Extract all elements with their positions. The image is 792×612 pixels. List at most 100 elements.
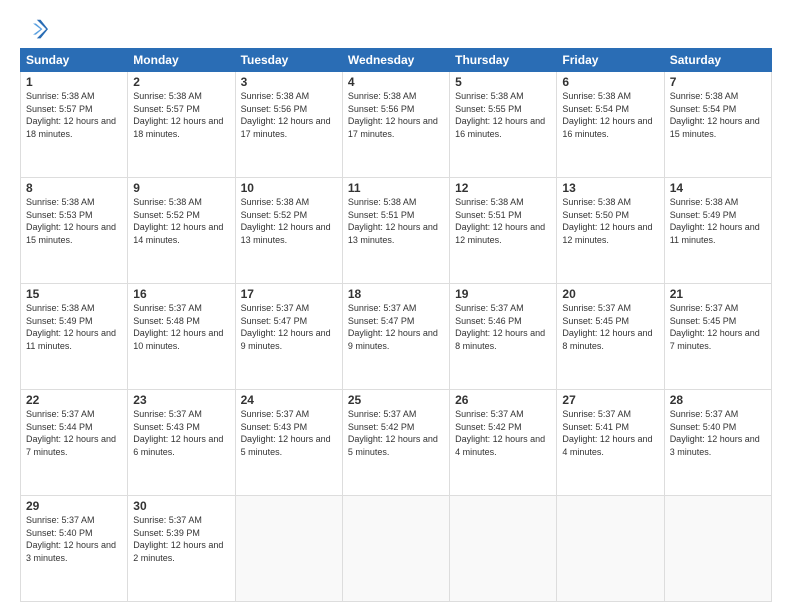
calendar-cell: 23 Sunrise: 5:37 AMSunset: 5:43 PMDaylig… [128,390,235,496]
calendar-cell: 25 Sunrise: 5:37 AMSunset: 5:42 PMDaylig… [342,390,449,496]
col-thursday: Thursday [450,49,557,72]
day-info: Sunrise: 5:37 AMSunset: 5:42 PMDaylight:… [455,408,551,458]
day-info: Sunrise: 5:38 AMSunset: 5:55 PMDaylight:… [455,90,551,140]
day-info: Sunrise: 5:37 AMSunset: 5:39 PMDaylight:… [133,514,229,564]
day-number: 2 [133,75,229,89]
day-number: 16 [133,287,229,301]
day-number: 17 [241,287,337,301]
day-number: 28 [670,393,766,407]
day-number: 7 [670,75,766,89]
day-info: Sunrise: 5:37 AMSunset: 5:43 PMDaylight:… [133,408,229,458]
col-monday: Monday [128,49,235,72]
col-sunday: Sunday [21,49,128,72]
day-info: Sunrise: 5:38 AMSunset: 5:49 PMDaylight:… [670,196,766,246]
day-info: Sunrise: 5:38 AMSunset: 5:49 PMDaylight:… [26,302,122,352]
day-info: Sunrise: 5:38 AMSunset: 5:54 PMDaylight:… [670,90,766,140]
day-number: 15 [26,287,122,301]
day-number: 4 [348,75,444,89]
calendar-row: 29 Sunrise: 5:37 AMSunset: 5:40 PMDaylig… [21,496,772,602]
day-number: 23 [133,393,229,407]
calendar-cell: 9 Sunrise: 5:38 AMSunset: 5:52 PMDayligh… [128,178,235,284]
day-number: 3 [241,75,337,89]
day-info: Sunrise: 5:37 AMSunset: 5:40 PMDaylight:… [26,514,122,564]
day-number: 5 [455,75,551,89]
calendar-cell: 3 Sunrise: 5:38 AMSunset: 5:56 PMDayligh… [235,72,342,178]
day-number: 8 [26,181,122,195]
day-info: Sunrise: 5:38 AMSunset: 5:57 PMDaylight:… [133,90,229,140]
day-number: 26 [455,393,551,407]
calendar-cell: 19 Sunrise: 5:37 AMSunset: 5:46 PMDaylig… [450,284,557,390]
header [20,16,772,44]
calendar-row: 8 Sunrise: 5:38 AMSunset: 5:53 PMDayligh… [21,178,772,284]
day-info: Sunrise: 5:37 AMSunset: 5:40 PMDaylight:… [670,408,766,458]
calendar-cell: 7 Sunrise: 5:38 AMSunset: 5:54 PMDayligh… [664,72,771,178]
day-info: Sunrise: 5:38 AMSunset: 5:52 PMDaylight:… [133,196,229,246]
day-number: 14 [670,181,766,195]
calendar-cell: 2 Sunrise: 5:38 AMSunset: 5:57 PMDayligh… [128,72,235,178]
calendar-cell [450,496,557,602]
col-saturday: Saturday [664,49,771,72]
calendar-row: 22 Sunrise: 5:37 AMSunset: 5:44 PMDaylig… [21,390,772,496]
calendar-cell: 27 Sunrise: 5:37 AMSunset: 5:41 PMDaylig… [557,390,664,496]
day-info: Sunrise: 5:37 AMSunset: 5:44 PMDaylight:… [26,408,122,458]
day-number: 30 [133,499,229,513]
calendar-cell: 15 Sunrise: 5:38 AMSunset: 5:49 PMDaylig… [21,284,128,390]
day-info: Sunrise: 5:37 AMSunset: 5:45 PMDaylight:… [670,302,766,352]
calendar-cell: 30 Sunrise: 5:37 AMSunset: 5:39 PMDaylig… [128,496,235,602]
calendar-cell: 18 Sunrise: 5:37 AMSunset: 5:47 PMDaylig… [342,284,449,390]
col-tuesday: Tuesday [235,49,342,72]
day-number: 13 [562,181,658,195]
day-info: Sunrise: 5:37 AMSunset: 5:47 PMDaylight:… [241,302,337,352]
calendar-cell [235,496,342,602]
day-number: 19 [455,287,551,301]
day-number: 10 [241,181,337,195]
day-info: Sunrise: 5:37 AMSunset: 5:45 PMDaylight:… [562,302,658,352]
calendar-cell: 14 Sunrise: 5:38 AMSunset: 5:49 PMDaylig… [664,178,771,284]
header-row: Sunday Monday Tuesday Wednesday Thursday… [21,49,772,72]
day-info: Sunrise: 5:38 AMSunset: 5:50 PMDaylight:… [562,196,658,246]
day-number: 12 [455,181,551,195]
calendar-cell: 28 Sunrise: 5:37 AMSunset: 5:40 PMDaylig… [664,390,771,496]
calendar-cell: 6 Sunrise: 5:38 AMSunset: 5:54 PMDayligh… [557,72,664,178]
calendar: Sunday Monday Tuesday Wednesday Thursday… [20,48,772,602]
day-info: Sunrise: 5:38 AMSunset: 5:57 PMDaylight:… [26,90,122,140]
day-number: 1 [26,75,122,89]
logo [20,16,52,44]
day-info: Sunrise: 5:37 AMSunset: 5:48 PMDaylight:… [133,302,229,352]
day-info: Sunrise: 5:38 AMSunset: 5:54 PMDaylight:… [562,90,658,140]
day-number: 9 [133,181,229,195]
calendar-cell: 26 Sunrise: 5:37 AMSunset: 5:42 PMDaylig… [450,390,557,496]
calendar-cell: 12 Sunrise: 5:38 AMSunset: 5:51 PMDaylig… [450,178,557,284]
calendar-cell: 4 Sunrise: 5:38 AMSunset: 5:56 PMDayligh… [342,72,449,178]
page: Sunday Monday Tuesday Wednesday Thursday… [0,0,792,612]
calendar-cell: 5 Sunrise: 5:38 AMSunset: 5:55 PMDayligh… [450,72,557,178]
day-info: Sunrise: 5:37 AMSunset: 5:43 PMDaylight:… [241,408,337,458]
calendar-cell: 13 Sunrise: 5:38 AMSunset: 5:50 PMDaylig… [557,178,664,284]
calendar-row: 1 Sunrise: 5:38 AMSunset: 5:57 PMDayligh… [21,72,772,178]
day-info: Sunrise: 5:37 AMSunset: 5:41 PMDaylight:… [562,408,658,458]
day-number: 11 [348,181,444,195]
day-info: Sunrise: 5:37 AMSunset: 5:46 PMDaylight:… [455,302,551,352]
calendar-cell [557,496,664,602]
calendar-cell: 1 Sunrise: 5:38 AMSunset: 5:57 PMDayligh… [21,72,128,178]
col-wednesday: Wednesday [342,49,449,72]
day-info: Sunrise: 5:38 AMSunset: 5:56 PMDaylight:… [348,90,444,140]
day-number: 22 [26,393,122,407]
day-info: Sunrise: 5:37 AMSunset: 5:47 PMDaylight:… [348,302,444,352]
calendar-cell: 20 Sunrise: 5:37 AMSunset: 5:45 PMDaylig… [557,284,664,390]
day-number: 18 [348,287,444,301]
day-info: Sunrise: 5:38 AMSunset: 5:51 PMDaylight:… [455,196,551,246]
calendar-cell: 17 Sunrise: 5:37 AMSunset: 5:47 PMDaylig… [235,284,342,390]
calendar-cell: 10 Sunrise: 5:38 AMSunset: 5:52 PMDaylig… [235,178,342,284]
col-friday: Friday [557,49,664,72]
day-number: 27 [562,393,658,407]
day-info: Sunrise: 5:38 AMSunset: 5:56 PMDaylight:… [241,90,337,140]
day-number: 24 [241,393,337,407]
day-number: 25 [348,393,444,407]
calendar-cell: 22 Sunrise: 5:37 AMSunset: 5:44 PMDaylig… [21,390,128,496]
calendar-cell: 29 Sunrise: 5:37 AMSunset: 5:40 PMDaylig… [21,496,128,602]
calendar-cell [342,496,449,602]
calendar-cell: 8 Sunrise: 5:38 AMSunset: 5:53 PMDayligh… [21,178,128,284]
day-info: Sunrise: 5:37 AMSunset: 5:42 PMDaylight:… [348,408,444,458]
day-number: 6 [562,75,658,89]
